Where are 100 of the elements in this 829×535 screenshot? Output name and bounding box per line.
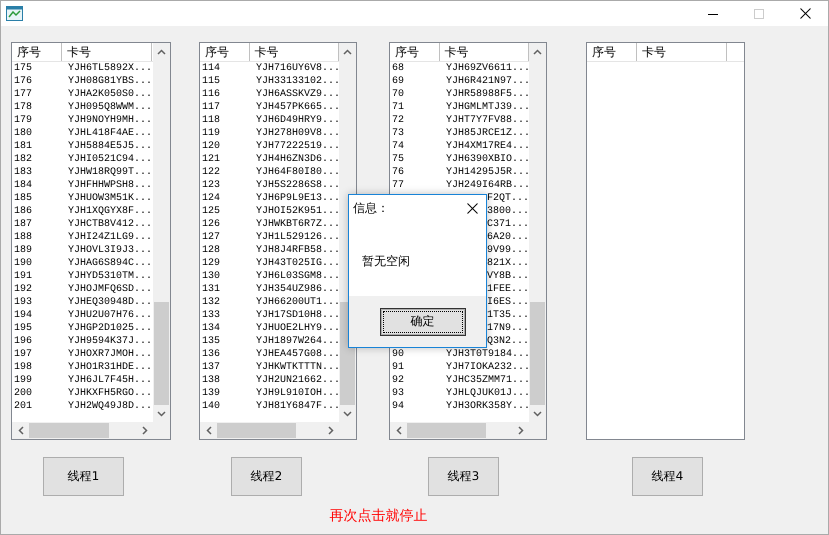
card-number: YJHEQ30948D...: [67, 296, 151, 309]
card-number: 821X...: [486, 257, 529, 270]
row-number: 195: [13, 322, 34, 335]
scroll-thumb[interactable]: [29, 423, 110, 438]
column-header[interactable]: 序号: [587, 43, 637, 61]
list-view[interactable]: [11, 42, 171, 440]
card-number: YJH6R421N97...: [445, 75, 529, 88]
row-number: 134: [201, 322, 222, 335]
row-number: 176: [13, 75, 34, 88]
card-number: YJH6ASSKVZ9...: [255, 88, 339, 101]
row-number: 91: [391, 361, 406, 374]
card-number: C371...: [486, 218, 529, 231]
row-number: 121: [201, 153, 222, 166]
row-number: 189: [13, 244, 34, 257]
card-number: YJH2WQ49J8D...: [67, 400, 151, 413]
card-number: YJH8J4RFB58...: [255, 244, 339, 257]
scroll-thumb[interactable]: [407, 423, 486, 438]
row-number: 90: [391, 348, 406, 361]
card-number: 1T35...: [486, 309, 529, 322]
card-number: YJH9NOYH9MH...: [67, 114, 151, 127]
close-icon[interactable]: [800, 8, 810, 19]
card-number: YJHKXFH5RGO...: [67, 387, 151, 400]
card-number: 6A20...: [486, 231, 529, 244]
row-number: 193: [13, 296, 34, 309]
card-number: YJHOVL3I9J3...: [67, 244, 151, 257]
row-number: 140: [201, 400, 222, 413]
row-number: 138: [201, 374, 222, 387]
row-number: 200: [13, 387, 34, 400]
thread-button[interactable]: 线程1: [43, 457, 124, 496]
scroll-thumb[interactable]: [154, 302, 169, 405]
card-number: YJHO1R31HDE...: [67, 361, 151, 374]
card-number: 17N9...: [486, 322, 529, 335]
column-header[interactable]: 卡号: [637, 43, 727, 61]
row-number: 182: [13, 153, 34, 166]
thread-button[interactable]: 线程4: [632, 457, 703, 496]
card-number: YJHUOW3M51K...: [67, 192, 151, 205]
row-number: 128: [201, 244, 222, 257]
card-number: YJH66200UT1...: [255, 296, 339, 309]
card-number: Q3N2...: [486, 335, 529, 348]
dialog-title: 信息：: [353, 200, 389, 216]
row-number: 71: [391, 101, 406, 114]
row-number: 183: [13, 166, 34, 179]
card-number: YJHGP2D1025...: [67, 322, 151, 335]
list-view[interactable]: 序号 卡号: [586, 42, 745, 440]
horizontal-scrollbar[interactable]: [200, 422, 339, 439]
card-number: YJH14295J5R...: [445, 166, 529, 179]
card-number: YJHAG6S894C...: [67, 257, 151, 270]
column-header[interactable]: 序号: [200, 43, 250, 61]
row-number: 114: [201, 62, 222, 75]
card-number: I6ES...: [486, 296, 529, 309]
row-number: 184: [13, 179, 34, 192]
row-number: 175: [13, 62, 34, 75]
row-number: 120: [201, 140, 222, 153]
card-number: YJHU2U07H76...: [67, 309, 151, 322]
card-number: YJHA2K050S0...: [67, 88, 151, 101]
horizontal-scrollbar[interactable]: [390, 422, 529, 439]
card-number: YJH1XQGYX8F...: [67, 205, 151, 218]
row-number: 124: [201, 192, 222, 205]
row-number: 72: [391, 114, 406, 127]
row-number: 139: [201, 387, 222, 400]
card-number: YJH1897W264...: [255, 335, 339, 348]
vertical-scrollbar[interactable]: [153, 43, 170, 439]
column-header[interactable]: 序号: [12, 43, 62, 61]
row-number: 94: [391, 400, 406, 413]
card-number: YJHC35ZMM71...: [445, 374, 529, 387]
card-number: YJH3ORK358Y...: [445, 400, 529, 413]
scroll-thumb[interactable]: [217, 423, 296, 438]
column-header[interactable]: 序号: [390, 43, 440, 61]
card-number: YJH4H6ZN3D6...: [255, 153, 339, 166]
row-number: 129: [201, 257, 222, 270]
row-number: 127: [201, 231, 222, 244]
card-number: 9V99...: [486, 244, 529, 257]
card-number: YJH3T0T9184...: [445, 348, 529, 361]
row-number: 185: [13, 192, 34, 205]
row-number: 177: [13, 88, 34, 101]
card-number: YJH278H09V8...: [255, 127, 339, 140]
column-header[interactable]: 卡号: [62, 43, 152, 61]
row-number: 179: [13, 114, 34, 127]
ok-button[interactable]: 确定: [380, 308, 466, 336]
scroll-thumb[interactable]: [530, 302, 545, 405]
row-number: 118: [201, 114, 222, 127]
card-number: YJH17SD10H8...: [255, 309, 339, 322]
card-number: YJH64F80I80...: [255, 166, 339, 179]
card-number: YJH6D49HRY9...: [255, 114, 339, 127]
card-number: YJH69ZV6611...: [445, 62, 529, 75]
card-number: YJH6L03SGM8...: [255, 270, 339, 283]
horizontal-scrollbar[interactable]: [12, 422, 153, 439]
row-number: 126: [201, 218, 222, 231]
thread-button[interactable]: 线程2: [231, 457, 302, 496]
card-number: YJHWKBT6R7Z...: [255, 218, 339, 231]
vertical-scrollbar[interactable]: [529, 43, 546, 439]
card-number: YJHFHHWPSH8...: [67, 179, 151, 192]
card-number: YJHGMLMTJ39...: [445, 101, 529, 114]
close-icon[interactable]: [467, 202, 478, 214]
row-number: 201: [13, 400, 34, 413]
row-number: 75: [391, 153, 406, 166]
card-number: YJHL418F4AE...: [67, 127, 151, 140]
row-number: 187: [13, 218, 34, 231]
card-number: YJHI0521C94...: [67, 153, 151, 166]
thread-button[interactable]: 线程3: [428, 457, 499, 496]
